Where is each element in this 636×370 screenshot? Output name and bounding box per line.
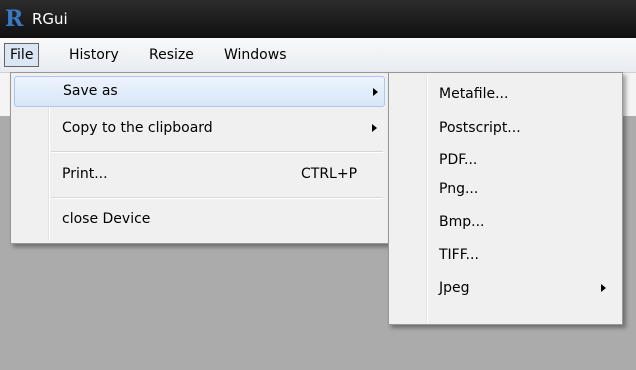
menu-separator xyxy=(51,151,383,153)
menu-item-label: Postscript... xyxy=(439,120,521,136)
menu-item-label: TIFF... xyxy=(439,247,479,263)
submenu-arrow-icon xyxy=(601,284,606,292)
submenu-arrow-icon xyxy=(372,124,377,132)
menu-resize[interactable]: Resize xyxy=(144,44,199,66)
menu-item-label: Jpeg xyxy=(439,280,470,296)
menu-item-metafile[interactable]: Metafile... xyxy=(392,79,617,109)
menu-item-postscript[interactable]: Postscript... xyxy=(392,113,617,143)
menu-item-jpeg[interactable]: Jpeg xyxy=(392,273,617,303)
r-logo-icon: R xyxy=(5,6,24,32)
menu-windows[interactable]: Windows xyxy=(219,44,292,66)
file-menu: Save as Copy to the clipboard Print... C… xyxy=(10,72,389,244)
menu-bar: File History Resize Windows xyxy=(0,38,636,73)
menu-item-label: Copy to the clipboard xyxy=(62,120,213,136)
menu-item-label: Bmp... xyxy=(439,214,485,230)
menu-item-tiff[interactable]: TIFF... xyxy=(392,240,617,270)
menu-item-copy-to-clipboard[interactable]: Copy to the clipboard xyxy=(14,113,383,143)
save-as-submenu: Metafile... Postscript... PDF... Png... … xyxy=(388,72,623,325)
menu-item-png[interactable]: Png... xyxy=(392,174,617,204)
menu-separator xyxy=(51,197,383,199)
menu-item-label: Save as xyxy=(63,83,118,99)
menu-history[interactable]: History xyxy=(64,44,124,66)
submenu-arrow-icon xyxy=(373,88,378,96)
menu-item-close-device[interactable]: close Device xyxy=(14,204,383,234)
menu-item-print[interactable]: Print... CTRL+P xyxy=(14,159,383,189)
menu-item-label: Metafile... xyxy=(439,86,509,102)
menu-item-save-as[interactable]: Save as xyxy=(14,76,385,107)
menu-item-shortcut: CTRL+P xyxy=(301,166,358,182)
title-bar: R RGui xyxy=(0,0,636,38)
window-title: RGui xyxy=(32,10,68,28)
menu-item-bmp[interactable]: Bmp... xyxy=(392,207,617,237)
menu-item-label: PDF... xyxy=(439,152,478,168)
menu-file[interactable]: File xyxy=(4,43,40,67)
menu-item-label: Png... xyxy=(439,181,479,197)
menu-item-label: close Device xyxy=(62,211,151,227)
menu-item-label: Print... xyxy=(62,166,108,182)
menu-item-pdf[interactable]: PDF... xyxy=(392,145,617,175)
